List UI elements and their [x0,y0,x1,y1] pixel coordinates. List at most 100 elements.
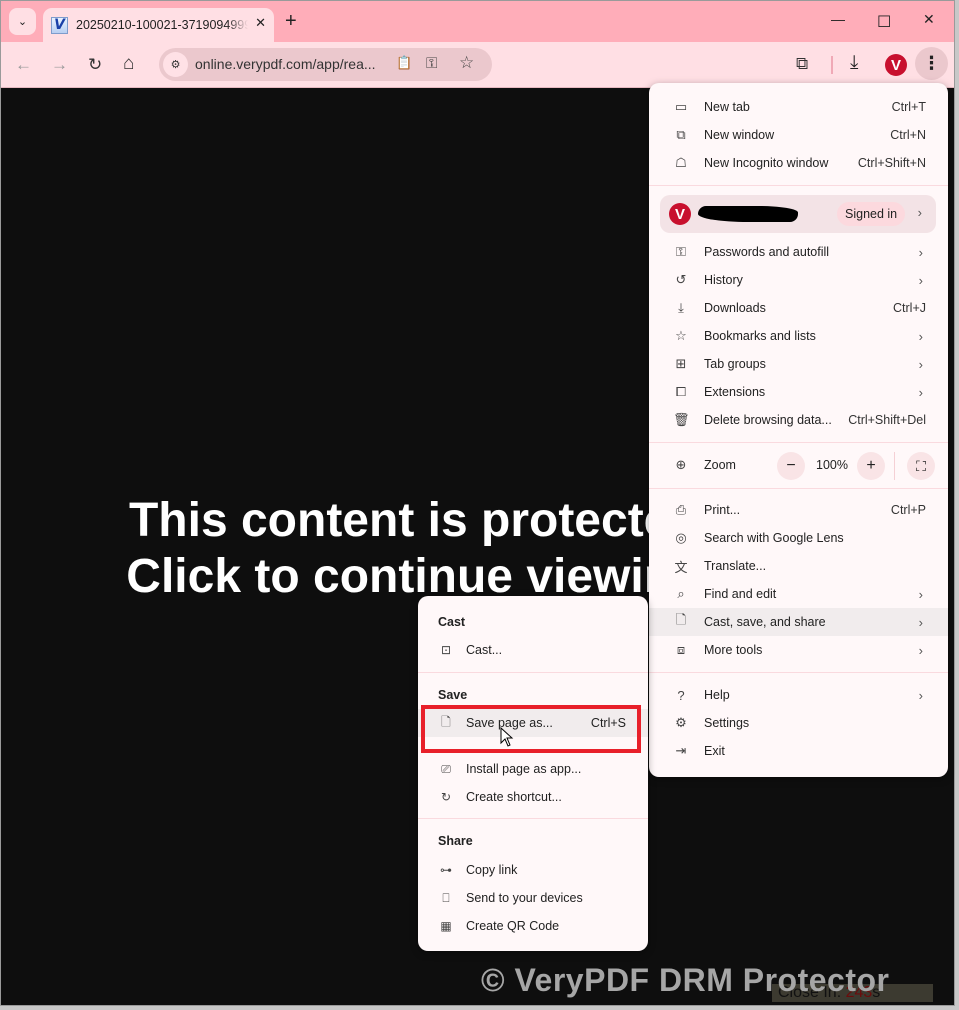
new-tab-icon: ▭ [674,99,688,114]
clipboard-icon[interactable]: 📋 [396,55,412,71]
submenu-header-cast: Cast [438,615,466,629]
chevron-right-icon: › [918,356,923,372]
tab-close-icon[interactable]: ✕ [255,15,266,31]
address-bar[interactable]: ⚙ online.verypdf.com/app/rea... 📋 ⚿ ☆ [159,48,492,81]
maximize-button[interactable]: ☐ [877,12,891,32]
key-icon[interactable]: ⚿ [426,55,437,72]
menu-item-new-window[interactable]: ⧉ New window Ctrl+N [649,121,948,149]
menu-item-settings[interactable]: ⚙ Settings [649,709,948,737]
tab-title: 20250210-100021-3719094999.pdf [76,18,248,32]
gear-icon: ⚙ [675,715,687,730]
submenu-item-cast[interactable]: ⊡ Cast... [418,636,648,664]
key-icon: ⚿ [676,244,686,259]
chevron-right-icon: › [918,384,923,400]
menu-item-print[interactable]: ⎙ Print... Ctrl+P [649,496,948,524]
toolbox-icon: ⧈ [676,642,686,657]
menu-item-tab-groups[interactable]: ⊞ Tab groups › [649,350,948,378]
menu-item-history[interactable]: ↺ History › [649,266,948,294]
submenu-item-create-shortcut[interactable]: ↻ Create shortcut... [418,783,648,811]
cast-icon: ⊡ [440,643,452,657]
menu-item-translate[interactable]: 文 Translate... [649,552,948,580]
browser-main-menu: ▭ New tab Ctrl+T ⧉ New window Ctrl+N ☖ New In… [649,83,948,777]
mouse-cursor-icon [500,727,514,747]
lens-icon: ◎ [675,530,687,545]
verypdf-favicon-icon: V [51,16,68,34]
toolbar-divider [831,56,833,74]
download-icon[interactable]: ⤓ [850,52,858,74]
url-text[interactable]: online.verypdf.com/app/rea... [195,56,376,72]
menu-item-new-tab[interactable]: ▭ New tab Ctrl+T [649,93,948,121]
menu-divider [649,442,948,443]
submenu-item-qr-code[interactable]: ▦ Create QR Code [418,912,648,940]
tab-active[interactable]: V 20250210-100021-3719094999.pdf ✕ [43,8,274,42]
chevron-right-icon: › [918,586,923,602]
menu-kebab-icon[interactable]: ⋮ [915,47,948,80]
tab-bar: ⌄ V 20250210-100021-3719094999.pdf ✕ + —… [1,1,954,42]
redacted-name [698,206,798,222]
chevron-down-icon: ⌄ [17,16,28,28]
menu-profile-row[interactable]: V Signed in › [660,195,936,233]
bookmark-star-icon[interactable]: ☆ [459,53,474,73]
cast-save-share-submenu: Cast ⊡ Cast... Save 🗋 Save page as... Ctrl+… [418,596,648,951]
star-icon: ☆ [675,328,687,343]
menu-item-cast-save-share[interactable]: 🗋 Cast, save, and share › [649,608,948,636]
help-icon: ? [677,687,685,703]
menu-item-new-incognito[interactable]: ☖ New Incognito window Ctrl+Shift+N [649,149,948,177]
fullscreen-button[interactable]: ⛶ [907,452,935,480]
profile-avatar[interactable]: V [885,54,907,76]
site-info-icon[interactable]: ⚙ [163,52,188,77]
trash-icon: 🗑 [673,412,690,427]
zoom-level: 100% [816,458,848,472]
submenu-item-send-devices[interactable]: ⎕ Send to your devices [418,884,648,912]
zoom-out-button[interactable]: − [777,452,805,480]
back-button[interactable]: ← [15,55,32,75]
menu-item-bookmarks[interactable]: ☆ Bookmarks and lists › [649,322,948,350]
submenu-item-copy-link[interactable]: ⊶ Copy link [418,856,648,884]
menu-item-find-and-edit[interactable]: ⌕ Find and edit › [649,580,948,608]
menu-item-help[interactable]: ? Help › [649,681,948,709]
chevron-right-icon: › [918,687,923,703]
exit-icon: ⇥ [675,743,687,758]
menu-divider [649,672,948,673]
menu-item-google-lens[interactable]: ◎ Search with Google Lens [649,524,948,552]
reload-button[interactable]: ↻ [88,55,102,75]
menu-item-exit[interactable]: ⇥ Exit [649,737,948,765]
incognito-icon: ☖ [675,155,687,170]
menu-divider [649,185,948,186]
profile-avatar-icon: V [669,203,691,225]
menu-item-more-tools[interactable]: ⧈ More tools › [649,636,948,664]
find-icon: ⌕ [677,586,685,601]
chevron-right-icon: › [918,244,923,260]
menu-divider [649,488,948,489]
devices-icon: ⎕ [442,890,450,905]
zoom-in-button[interactable]: + [857,452,885,480]
menu-item-downloads[interactable]: ⤓ Downloads Ctrl+J [649,294,948,322]
printer-icon: ⎙ [675,502,687,517]
submenu-divider [418,672,648,673]
tab-search-button[interactable]: ⌄ [9,8,36,35]
zoom-icon: ⊕ [675,457,687,472]
chevron-right-icon: › [918,614,923,630]
submenu-item-install-app[interactable]: ⎚ Install page as app... [418,755,648,783]
history-icon: ↺ [675,272,687,287]
menu-item-passwords[interactable]: ⚿ Passwords and autofill › [649,238,948,266]
install-app-icon: ⎚ [441,761,451,776]
home-button[interactable]: ⌂ [123,53,134,75]
chevron-right-icon: › [918,328,923,344]
close-window-button[interactable]: ✕ [923,11,935,28]
new-window-icon: ⧉ [676,127,686,142]
forward-button[interactable]: → [51,55,68,75]
menu-item-delete-browsing-data[interactable]: 🗑 Delete browsing data... Ctrl+Shift+Del [649,406,948,434]
menu-item-extensions[interactable]: ⧠ Extensions › [649,378,948,406]
tab-groups-icon: ⊞ [675,356,687,371]
chevron-right-icon: › [917,205,922,220]
save-file-icon: 🗋 [675,612,687,627]
chevron-right-icon: › [918,642,923,658]
translate-icon: 文 [674,559,688,575]
submenu-divider [418,818,648,819]
extensions-icon[interactable]: ⧉ [796,54,808,74]
minimize-button[interactable]: — [831,11,845,27]
submenu-header-share: Share [438,834,473,848]
new-tab-button[interactable]: + [285,10,297,33]
drm-watermark: © VeryPDF DRM Protector [481,962,890,998]
